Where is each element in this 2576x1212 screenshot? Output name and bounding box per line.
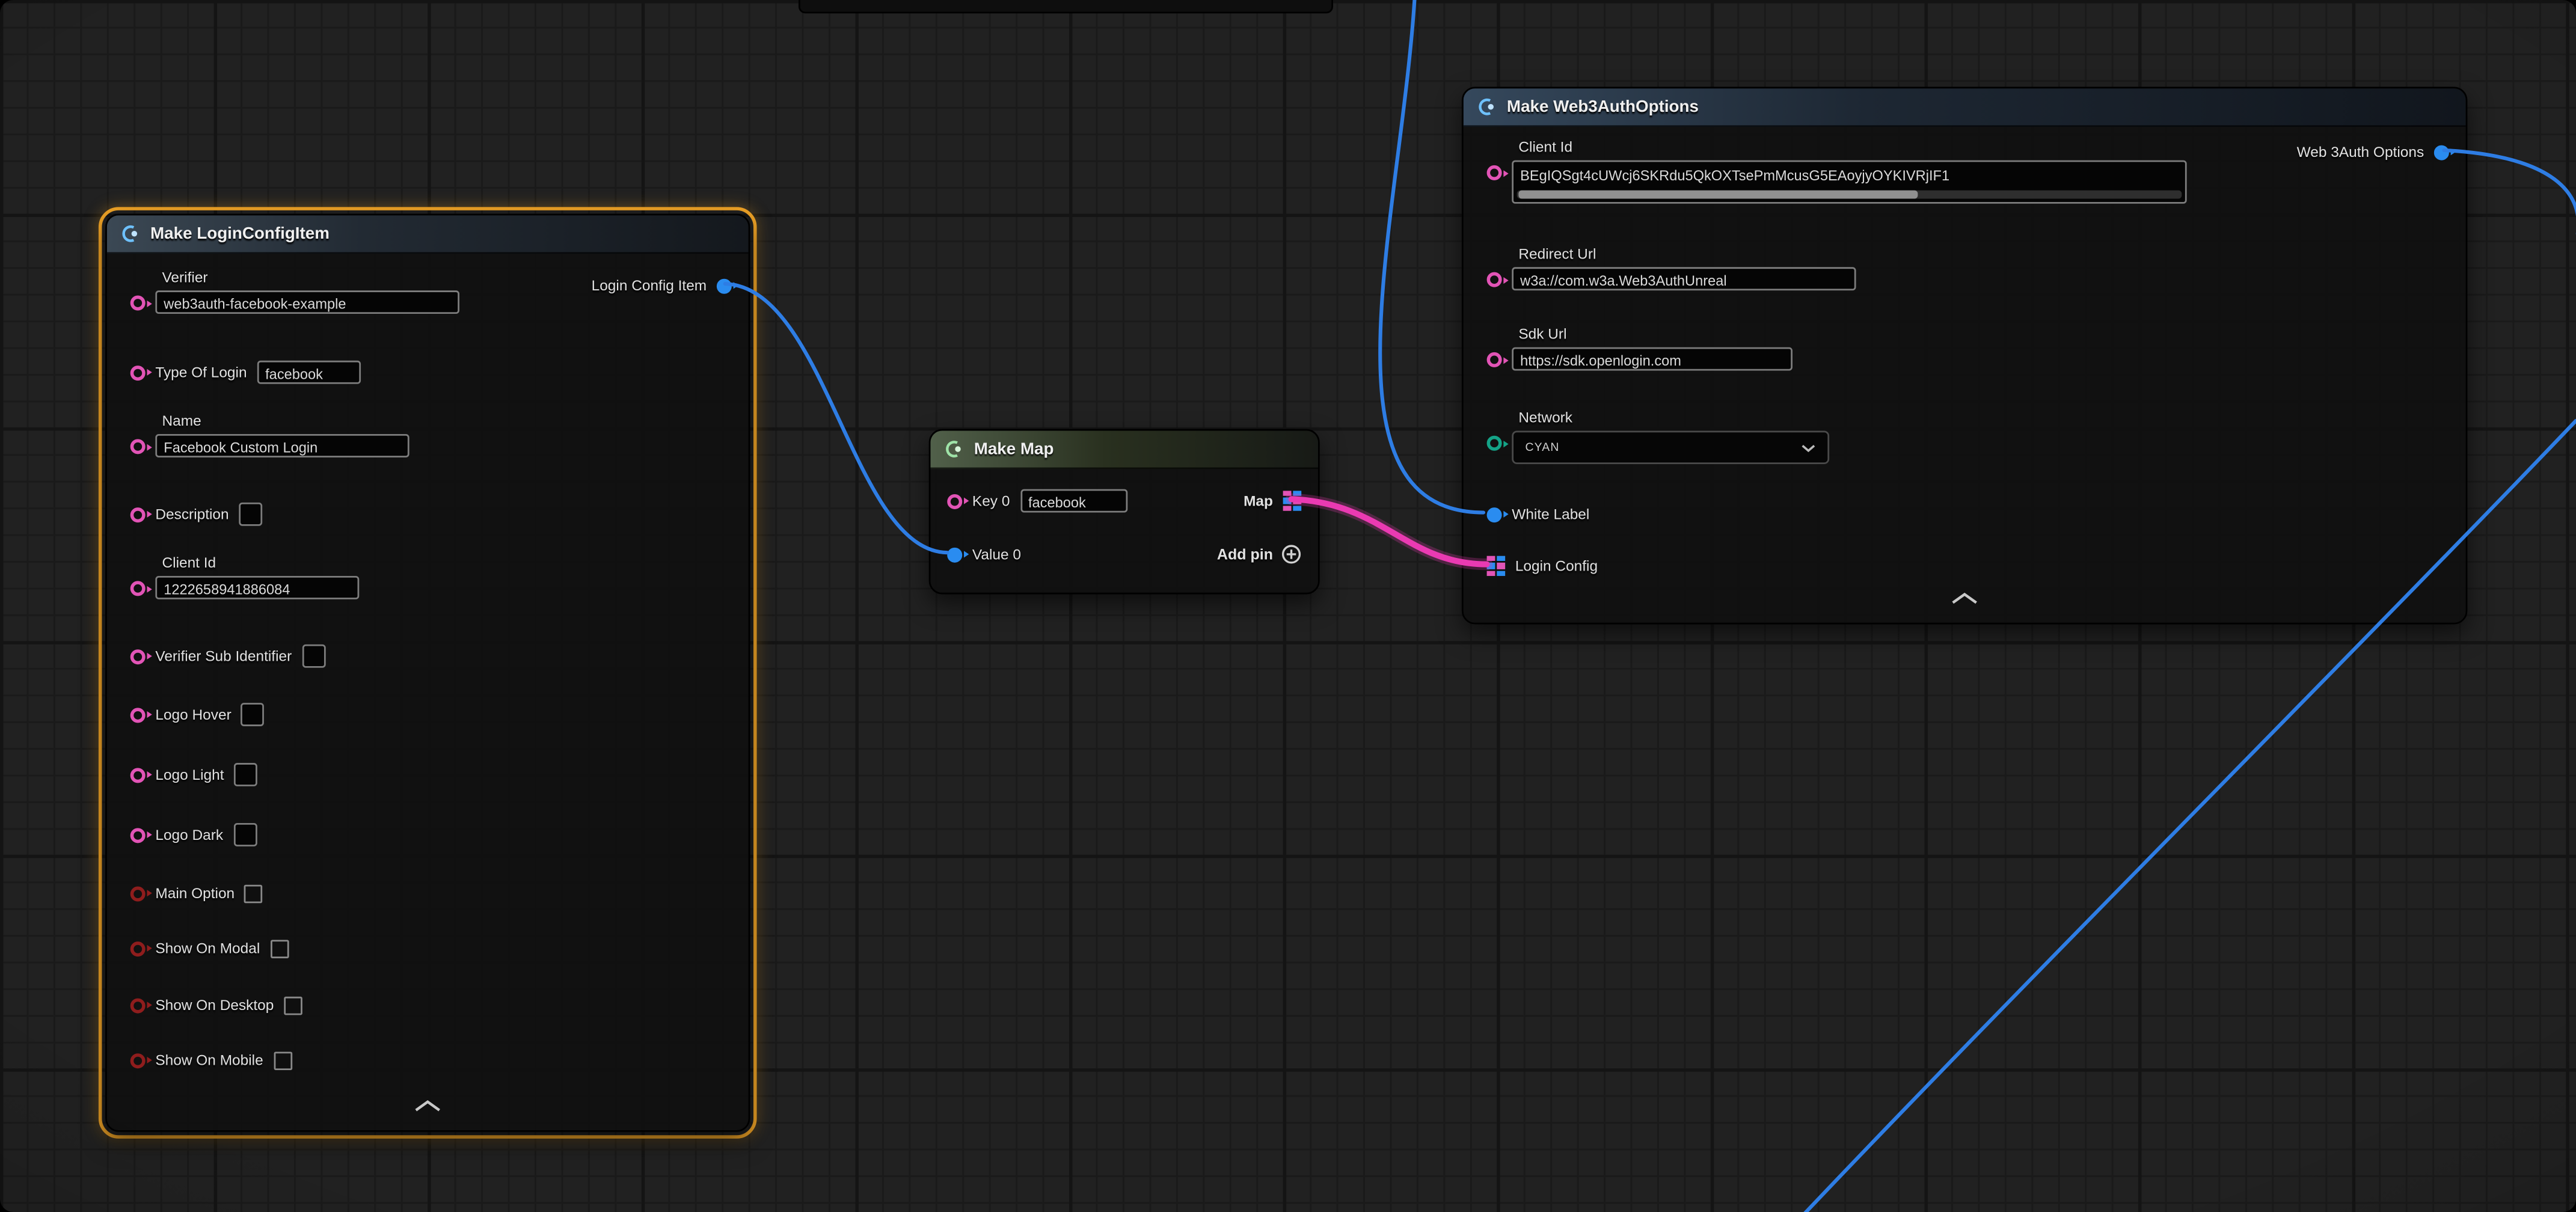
- type-of-login-text-input[interactable]: facebook: [257, 361, 360, 384]
- wire-loginconfigitem-to-value0[interactable]: [725, 284, 948, 552]
- pin-key0-input[interactable]: [947, 494, 962, 509]
- pin-network-input[interactable]: [1487, 436, 1502, 451]
- pin-show-on-desktop-input[interactable]: [130, 997, 146, 1012]
- pin-main-option-input[interactable]: [130, 886, 146, 901]
- field-logo-dark: Logo Dark: [130, 821, 257, 848]
- field-description: Description: [130, 501, 263, 527]
- pin-description-input[interactable]: [130, 507, 146, 522]
- show-on-desktop-checkbox[interactable]: [284, 996, 302, 1014]
- field-logo-hover: Logo Hover: [130, 701, 265, 727]
- pin-verifier-sub-identifier-input[interactable]: [130, 649, 146, 664]
- offscreen-node-edge: [799, 0, 1333, 13]
- pin-type-of-login-input[interactable]: [130, 365, 146, 380]
- field-show-on-mobile: Show On Mobile: [130, 1047, 292, 1073]
- make-struct-icon: [1477, 97, 1497, 117]
- pin-logo-dark-input[interactable]: [130, 827, 146, 842]
- add-pin-icon: [1281, 544, 1301, 564]
- field-show-on-modal: Show On Modal: [130, 935, 289, 961]
- pin-white-label-input[interactable]: [1487, 507, 1502, 522]
- wire-map-to-loginconfig-glow: [1292, 499, 1487, 564]
- pin-name-input[interactable]: [130, 439, 146, 454]
- node-title: Make Map: [974, 440, 1054, 459]
- node-title: Make LoginConfigItem: [150, 224, 330, 243]
- blueprint-editor: Make LoginConfigItem Login Config Item V…: [0, 0, 2576, 1212]
- chevron-up-icon: [414, 1100, 441, 1112]
- collapse-node-button[interactable]: [414, 1090, 441, 1120]
- node-make-loginconfigitem[interactable]: Make LoginConfigItem Login Config Item V…: [99, 207, 757, 1139]
- client-id-text-input[interactable]: 1222658941886084: [155, 576, 359, 599]
- logo-light-text-input[interactable]: [234, 763, 257, 786]
- verifier-sub-identifier-text-input[interactable]: [302, 644, 325, 668]
- field-name: Name Facebook Custom Login: [130, 412, 409, 458]
- collapse-node-button[interactable]: [1951, 583, 1978, 613]
- show-on-modal-checkbox[interactable]: [270, 939, 289, 958]
- pin-login-config-input[interactable]: [1487, 556, 1506, 577]
- field-main-option: Main Option: [130, 880, 263, 906]
- output-login-config-item: Login Config Item: [592, 272, 732, 299]
- field-white-label: White Label: [1487, 501, 1590, 527]
- field-client-id: Client Id 1222658941886084: [130, 554, 360, 599]
- name-text-input[interactable]: Facebook Custom Login: [155, 434, 409, 458]
- add-pin-button[interactable]: Add pin: [1217, 544, 1301, 564]
- pin-client-id-input[interactable]: [130, 581, 146, 596]
- field-verifier: Verifier web3auth-facebook-example: [130, 269, 459, 314]
- chevron-up-icon: [1951, 593, 1978, 604]
- pin-sdk-url-input[interactable]: [1487, 352, 1502, 367]
- show-on-mobile-checkbox[interactable]: [273, 1051, 292, 1070]
- main-option-checkbox[interactable]: [245, 884, 263, 902]
- make-map-icon: [944, 439, 964, 459]
- output-web3auth-options: Web 3Auth Options: [2297, 138, 2449, 165]
- chevron-down-icon: [1801, 443, 1816, 451]
- node-make-web3authoptions[interactable]: Make Web3AuthOptions Web 3Auth Options C…: [1462, 87, 2467, 624]
- node-make-map[interactable]: Make Map Key 0 facebook Map: [929, 429, 1320, 595]
- graph-canvas[interactable]: Make LoginConfigItem Login Config Item V…: [0, 0, 2576, 1212]
- node-header-make-map[interactable]: Make Map: [930, 430, 1318, 469]
- horizontal-scrollbar[interactable]: [1517, 191, 2182, 199]
- output-pin-label: Web 3Auth Options: [2297, 144, 2424, 161]
- output-pin-label: Login Config Item: [592, 277, 707, 294]
- pin-redirect-url-input[interactable]: [1487, 272, 1502, 287]
- scrollbar-thumb[interactable]: [1518, 191, 1917, 199]
- pin-value0-input[interactable]: [947, 546, 962, 562]
- pin-show-on-modal-input[interactable]: [130, 941, 146, 956]
- field-type-of-login: Type Of Login facebook: [130, 359, 361, 385]
- pin-web3auth-options-output[interactable]: [2434, 144, 2449, 159]
- map-row-key0: Key 0 facebook Map: [930, 488, 1318, 514]
- field-redirect-url: Redirect Url w3a://com.w3a.Web3AuthUnrea…: [1487, 245, 1856, 290]
- key0-text-input[interactable]: facebook: [1020, 489, 1127, 513]
- field-login-config: Login Config: [1487, 552, 1598, 579]
- field-sdk-url: Sdk Url https://sdk.openlogin.com: [1487, 325, 1792, 370]
- map-row-value0: Value 0 Add pin: [930, 541, 1318, 568]
- field-network: Network CYAN: [1487, 409, 1830, 464]
- node-header-web3authoptions[interactable]: Make Web3AuthOptions: [1464, 88, 2466, 127]
- sdk-url-text-input[interactable]: https://sdk.openlogin.com: [1512, 347, 1792, 371]
- field-client-id: Client Id BEgIQSgt4cUWcj6SKRdu5QkOXTsePm…: [1487, 138, 2187, 203]
- pin-map-output[interactable]: [1283, 491, 1302, 512]
- network-dropdown[interactable]: CYAN: [1512, 430, 1829, 464]
- redirect-url-text-input[interactable]: w3a://com.w3a.Web3AuthUnreal: [1512, 267, 1856, 290]
- pin-login-config-item-output[interactable]: [717, 278, 732, 293]
- pin-logo-hover-input[interactable]: [130, 707, 146, 722]
- node-header-loginconfigitem[interactable]: Make LoginConfigItem: [107, 215, 749, 254]
- wire-map-to-loginconfig[interactable]: [1292, 499, 1487, 564]
- description-text-input[interactable]: [239, 503, 262, 526]
- logo-dark-text-input[interactable]: [233, 823, 257, 846]
- make-struct-icon: [120, 224, 140, 243]
- verifier-text-input[interactable]: web3auth-facebook-example: [155, 290, 459, 314]
- field-show-on-desktop: Show On Desktop: [130, 991, 302, 1018]
- node-title: Make Web3AuthOptions: [1507, 97, 1699, 116]
- field-logo-light: Logo Light: [130, 761, 257, 788]
- pin-verifier-input[interactable]: [130, 296, 146, 311]
- field-verifier-sub-identifier: Verifier Sub Identifier: [130, 643, 325, 669]
- pin-client-id-input[interactable]: [1487, 165, 1502, 180]
- pin-show-on-mobile-input[interactable]: [130, 1053, 146, 1068]
- logo-hover-text-input[interactable]: [241, 703, 265, 726]
- client-id-text-input[interactable]: BEgIQSgt4cUWcj6SKRdu5QkOXTsePmMcusG5EAoy…: [1512, 161, 2186, 204]
- pin-logo-light-input[interactable]: [130, 767, 146, 782]
